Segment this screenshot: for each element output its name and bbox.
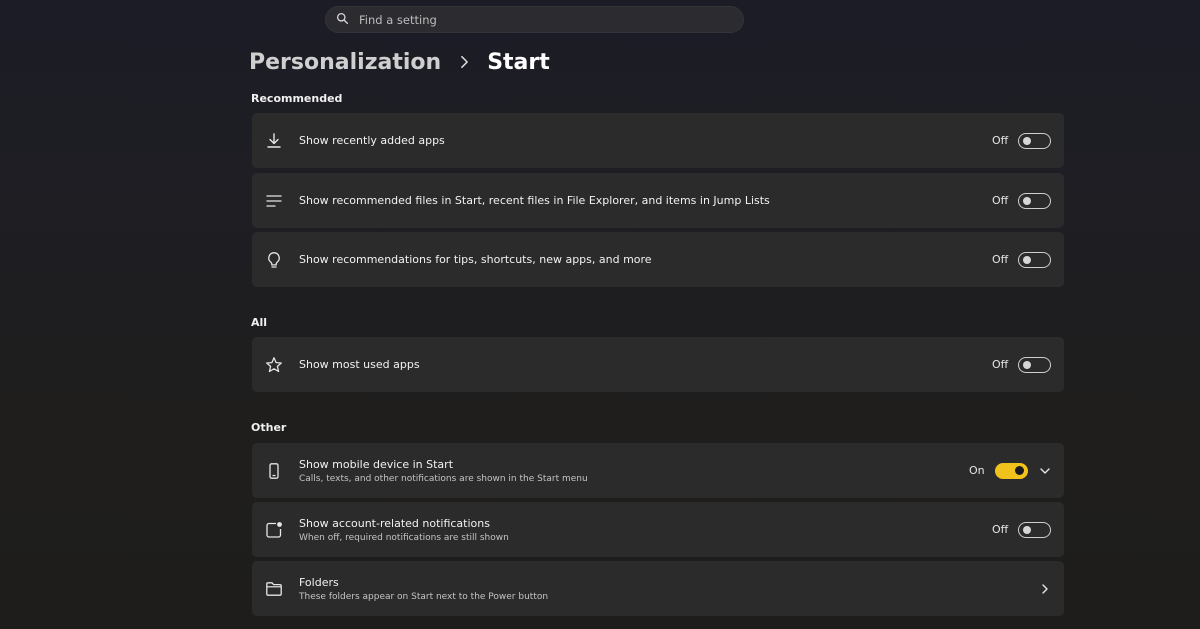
setting-label: Show account-related notifications <box>299 516 490 530</box>
section-title-recommended: Recommended <box>251 92 343 105</box>
setting-label: Show mobile device in Start <box>299 457 454 471</box>
search-icon <box>336 10 359 29</box>
toggle-state-text: Off <box>992 358 1009 371</box>
setting-label: Show recommendations for tips, shortcuts… <box>299 253 652 266</box>
download-icon <box>265 132 283 150</box>
star-icon <box>265 356 283 374</box>
setting-description: These folders appear on Start next to th… <box>299 591 549 602</box>
lightbulb-icon <box>265 251 283 269</box>
setting-row-recently-added-apps[interactable]: Show recently added apps Off <box>252 113 1064 168</box>
setting-label: Show recommended files in Start, recent … <box>299 194 770 207</box>
chevron-down-icon[interactable] <box>1038 464 1052 478</box>
section-title-all: All <box>251 316 268 329</box>
setting-row-account-notifications[interactable]: Show account-related notifications When … <box>252 502 1064 557</box>
recently-added-apps-toggle[interactable] <box>1018 132 1051 149</box>
toggle-state-text: Off <box>992 253 1009 266</box>
setting-description: When off, required notifications are sti… <box>299 532 509 543</box>
toggle-state-text: On <box>969 464 985 477</box>
setting-label: Show recently added apps <box>299 134 445 147</box>
folder-icon <box>265 580 283 598</box>
chevron-right-icon[interactable] <box>1038 582 1052 596</box>
section-title-other: Other <box>251 421 287 434</box>
toggle-state-text: Off <box>992 523 1009 536</box>
toggle-state-text: Off <box>992 134 1009 147</box>
chevron-right-icon <box>451 52 477 72</box>
recommendations-tips-toggle[interactable] <box>1018 251 1051 268</box>
most-used-apps-toggle[interactable] <box>1018 356 1051 373</box>
phone-icon <box>265 462 283 480</box>
notification-badge-icon <box>265 521 283 539</box>
recommended-files-toggle[interactable] <box>1018 192 1051 209</box>
setting-label: Show most used apps <box>299 358 420 371</box>
account-notifications-toggle[interactable] <box>1018 521 1051 538</box>
breadcrumb: Personalization Start <box>249 46 550 78</box>
setting-row-recommendations-tips[interactable]: Show recommendations for tips, shortcuts… <box>252 232 1064 287</box>
list-icon <box>265 192 283 210</box>
page-title: Start <box>487 49 550 75</box>
breadcrumb-parent-link[interactable]: Personalization <box>249 50 441 75</box>
setting-label: Folders <box>299 575 339 589</box>
setting-row-folders[interactable]: Folders These folders appear on Start ne… <box>252 561 1064 616</box>
search-input[interactable] <box>359 12 719 27</box>
setting-row-recommended-files[interactable]: Show recommended files in Start, recent … <box>252 173 1064 228</box>
mobile-device-toggle[interactable] <box>995 462 1028 479</box>
setting-row-mobile-device[interactable]: Show mobile device in Start Calls, texts… <box>252 443 1064 498</box>
setting-description: Calls, texts, and other notifications ar… <box>299 473 588 484</box>
search-box[interactable] <box>325 6 744 33</box>
setting-row-most-used-apps[interactable]: Show most used apps Off <box>252 337 1064 392</box>
toggle-state-text: Off <box>992 194 1009 207</box>
